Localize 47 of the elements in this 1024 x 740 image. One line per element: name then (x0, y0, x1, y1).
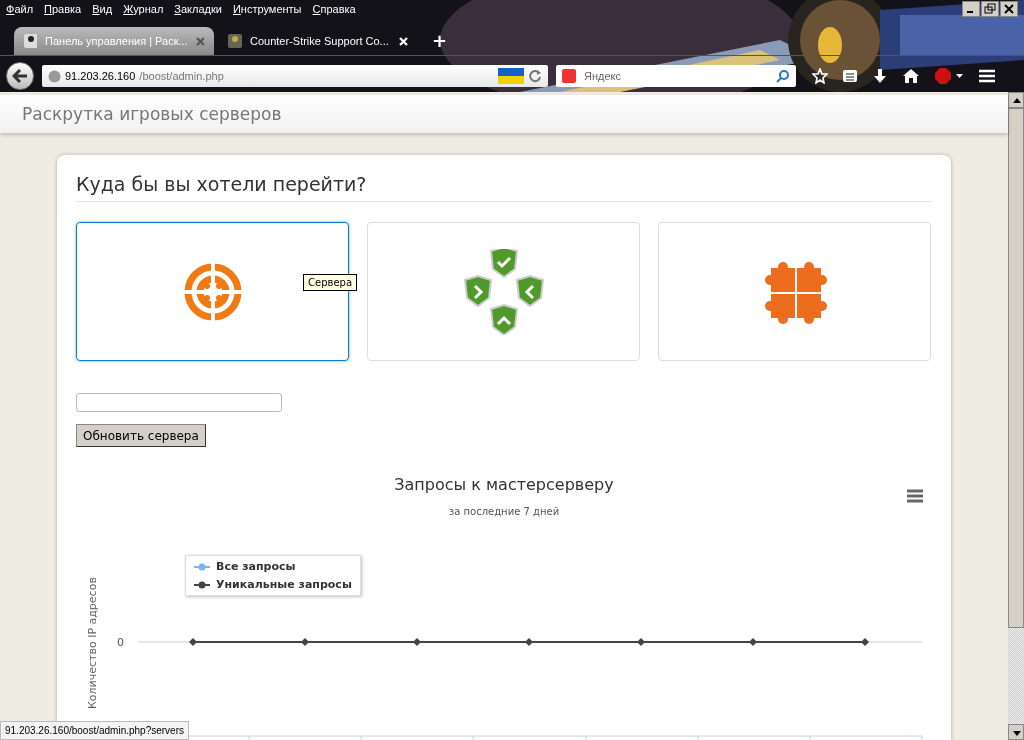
back-arrow-icon (12, 69, 28, 83)
scroll-thumb[interactable] (1008, 108, 1024, 628)
tab-favicon-icon (228, 34, 242, 48)
puzzle-icon (762, 259, 827, 324)
axis-title: Количество IP адресов (86, 577, 99, 709)
menu-item[interactable]: Правка (44, 3, 82, 17)
search-field[interactable]: Яндекс (582, 69, 770, 83)
site-title[interactable]: Раскрутка игровых серверов (22, 104, 282, 124)
legend-label[interactable]: Уникальные запросы (216, 578, 352, 591)
new-tab-button[interactable]: + (422, 30, 458, 55)
menu-item[interactable]: Вид (92, 3, 113, 17)
list-icon[interactable] (842, 68, 858, 84)
shields-icon (461, 248, 546, 335)
input-field[interactable] (76, 393, 282, 412)
update-button[interactable]: Обновить сервера (76, 424, 206, 447)
adblock-icon[interactable] (934, 67, 964, 85)
target-icon (182, 261, 243, 322)
browser-tab[interactable]: Counter-Strike Support Co... (218, 27, 418, 55)
star-icon[interactable] (812, 68, 828, 84)
restore-icon[interactable] (981, 1, 999, 17)
tooltip: Сервера (303, 274, 357, 291)
reload-icon[interactable] (528, 69, 542, 83)
globe-icon (48, 69, 61, 83)
download-icon[interactable] (872, 68, 888, 84)
status-url: 91.203.26.160/boost/admin.php?servers (0, 721, 189, 740)
address-bar[interactable]: 91.203.26.160 /boost/admin.php (42, 65, 548, 87)
tab-favicon-icon (24, 34, 38, 48)
menu-item[interactable]: Закладки (174, 3, 222, 17)
heading: Куда бы вы хотели перейти? (76, 173, 932, 202)
flag-icon (498, 68, 524, 84)
scroll-down-icon[interactable] (1008, 724, 1024, 740)
search-bar[interactable]: Яндекс (556, 65, 796, 87)
tick-label: 0 (117, 636, 124, 649)
close-icon[interactable] (1000, 1, 1018, 17)
menu-item[interactable]: Инструменты (232, 3, 302, 17)
chart-subtitle: за последние 7 дней (447, 506, 561, 517)
minimize-icon[interactable] (962, 1, 980, 17)
scrollbar[interactable] (1008, 92, 1024, 740)
search-icon[interactable] (776, 69, 790, 83)
scroll-up-icon[interactable] (1008, 92, 1024, 108)
menu-item[interactable]: Файл (6, 3, 34, 17)
chart-title: Запросы к мастерсерверу (393, 475, 615, 494)
menu-item[interactable]: Справка (312, 3, 356, 17)
home-icon[interactable] (902, 68, 920, 84)
yandex-icon (562, 69, 576, 83)
menu-item[interactable]: Журнал (123, 3, 164, 17)
legend-label[interactable]: Все запросы (216, 560, 296, 573)
